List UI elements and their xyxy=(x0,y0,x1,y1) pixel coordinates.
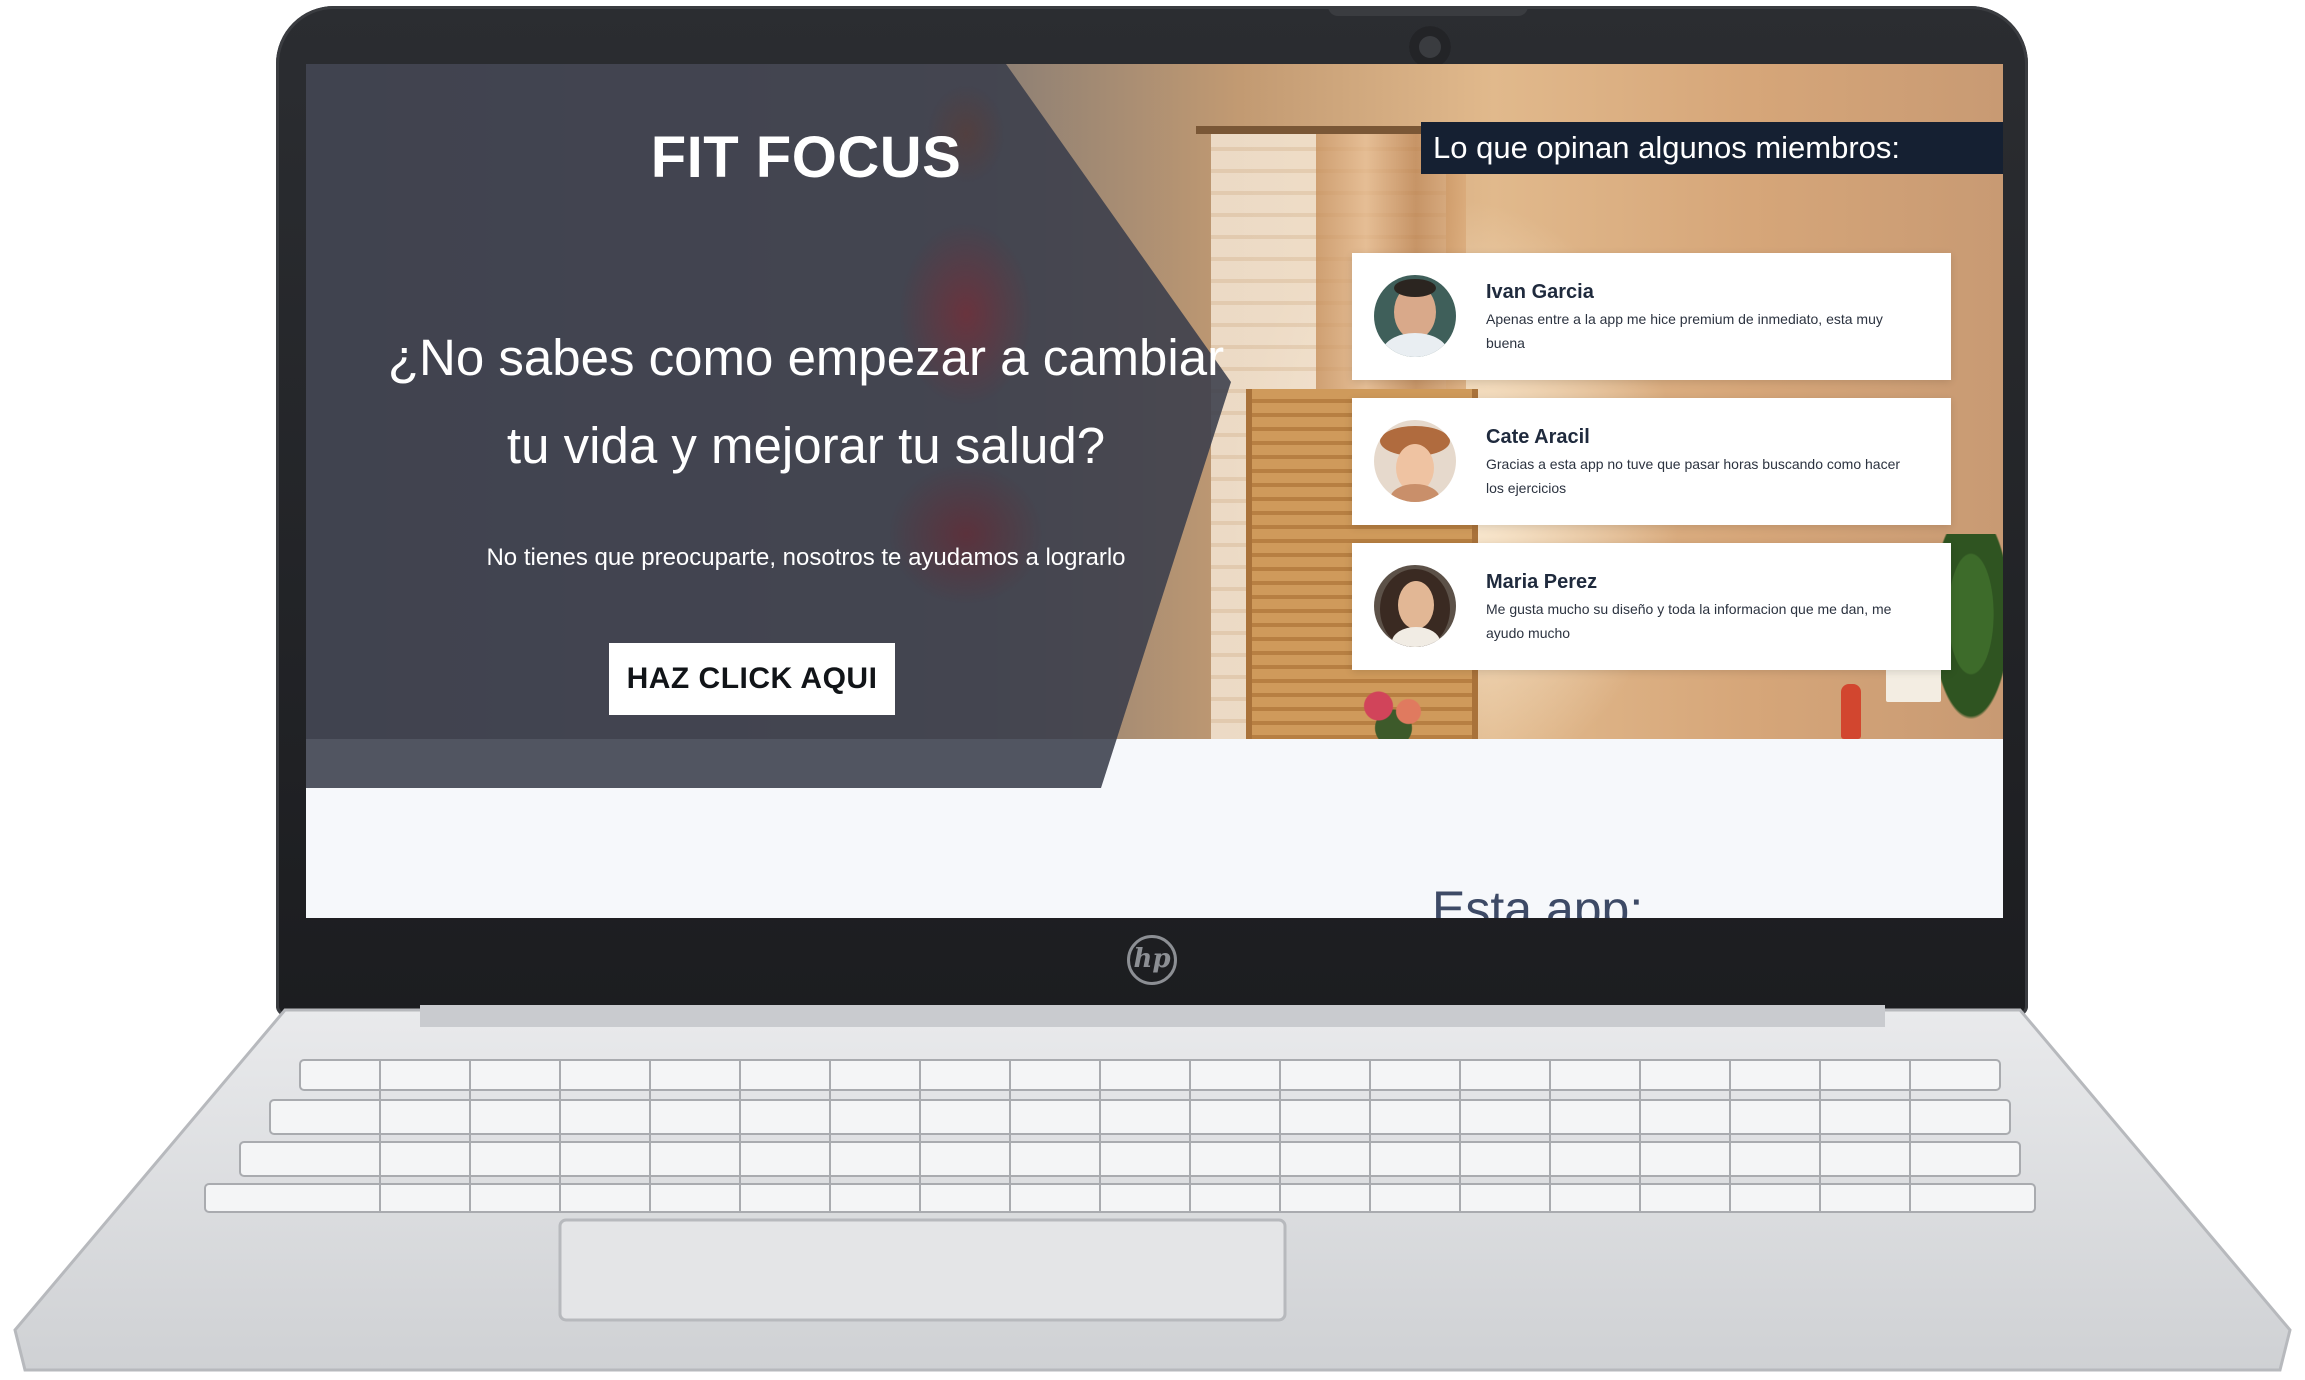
hero-headline-line-2: tu vida y mejorar tu salud? xyxy=(506,417,1106,474)
testimonial-quote: Me gusta mucho su diseño y toda la infor… xyxy=(1486,601,1892,641)
avatar xyxy=(1374,275,1456,357)
hero-headline-line-1: ¿No sabes como empezar a cambiar xyxy=(387,329,1225,386)
webcam-icon xyxy=(1409,26,1451,68)
testimonial-name: Maria Perez xyxy=(1486,571,1598,593)
testimonial-name: Ivan Garcia xyxy=(1486,281,1594,303)
testimonials-title: Lo que opinan algunos miembros: xyxy=(1421,122,2003,174)
testimonial-name: Cate Aracil xyxy=(1486,426,1590,448)
avatar xyxy=(1374,420,1456,502)
testimonial-card: Cate Aracil Gracias a esta app no tuve q… xyxy=(1352,398,1951,525)
brand-title: FIT FOCUS xyxy=(650,125,962,190)
avatar xyxy=(1374,565,1456,647)
hero-subtitle: No tienes que preocuparte, nosotros te a… xyxy=(486,544,1126,571)
testimonial-card: Maria Perez Me gusta mucho su diseño y t… xyxy=(1352,543,1951,670)
testimonial-quote: Gracias a esta app no tuve que pasar hor… xyxy=(1486,456,1901,496)
section-title: Esta app: xyxy=(1432,881,1644,918)
hero-headline: ¿No sabes como empezar a cambiar tu vida… xyxy=(306,314,1306,490)
testimonial-card: Ivan Garcia Apenas entre a la app me hic… xyxy=(1352,253,1951,380)
laptop-keyboard-deck xyxy=(0,1005,2305,1380)
camera-housing xyxy=(1328,6,1528,16)
cta-button[interactable]: HAZ CLICK AQUI xyxy=(609,643,895,715)
testimonial-quote: Apenas entre a la app me hice premium de… xyxy=(1486,311,1883,351)
hp-logo-icon: hp xyxy=(1127,935,1177,985)
browser-viewport: FIT FOCUS ¿No sabes como empezar a cambi… xyxy=(306,64,2003,918)
